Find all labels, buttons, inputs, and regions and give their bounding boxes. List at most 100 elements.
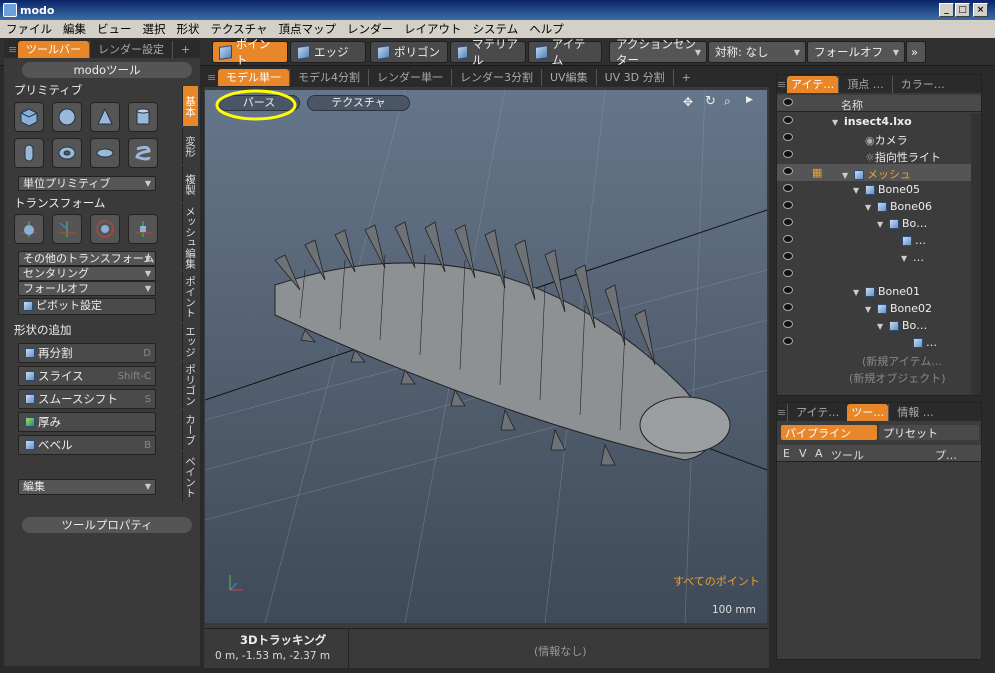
menu-vertex-map[interactable]: 頂点マップ [279, 21, 337, 37]
tab-vertex[interactable]: 頂点 … [838, 75, 892, 93]
thicken-button[interactable]: 厚み [18, 412, 156, 432]
tab-model-single[interactable]: モデル単一 [218, 69, 289, 86]
tree-row[interactable] [777, 266, 971, 283]
eye-icon[interactable] [783, 303, 793, 311]
pan-icon[interactable]: ✥ [683, 95, 693, 109]
unit-primitive-dropdown[interactable]: 単位プリミティブ ▼ [18, 176, 156, 191]
rotate-tool-icon[interactable] [52, 214, 82, 244]
tree-row[interactable]: ▼ Bo… [777, 317, 971, 334]
torus-tool-icon[interactable] [52, 138, 82, 168]
menu-texture[interactable]: テクスチャ [211, 21, 268, 37]
vtab-duplicate[interactable]: 複製 [182, 166, 198, 202]
menu-render[interactable]: レンダー [347, 21, 393, 37]
minimize-button[interactable]: _ [939, 3, 954, 17]
falloff-tool-dropdown[interactable]: フォールオフ ▼ [18, 281, 156, 296]
cube-tool-icon[interactable] [14, 102, 44, 132]
mode-point-button[interactable]: ポイント [212, 37, 288, 67]
menu-edit[interactable]: 編集 [63, 21, 86, 37]
vtab-edge[interactable]: エッジ [182, 324, 198, 360]
tab-color[interactable]: カラー… [891, 75, 953, 93]
toolbox-header[interactable]: modoツール [22, 62, 192, 78]
tree-row[interactable]: ▼… [777, 249, 971, 266]
menu-layout[interactable]: レイアウト [404, 21, 462, 37]
rotate-view-icon[interactable]: ↻ [705, 94, 716, 109]
pivot-button[interactable]: ピボット設定 [18, 298, 156, 315]
tree-row-selected[interactable]: ▦ ▼ メッシュ [777, 164, 971, 181]
eye-icon[interactable] [783, 150, 793, 158]
tab-info[interactable]: 情報 … [888, 403, 942, 421]
spiral-tool-icon[interactable] [128, 138, 158, 168]
mode-polygon-button[interactable]: ポリゴン [370, 41, 448, 63]
edit-dropdown[interactable]: 編集 ▼ [18, 479, 156, 495]
preset-button[interactable]: プリセット [879, 425, 979, 440]
3d-viewport[interactable] [205, 90, 767, 623]
tree-row[interactable]: ☼指向性ライト [777, 147, 971, 164]
vtab-curve[interactable]: カーブ [182, 410, 198, 450]
eye-icon[interactable] [783, 252, 793, 260]
tab-tools[interactable]: ツー… [847, 403, 889, 421]
menu-system[interactable]: システム [473, 21, 519, 37]
sphere-tool-icon[interactable] [52, 102, 82, 132]
action-center-dropdown[interactable]: アクションセンター ▼ [609, 37, 707, 67]
vtab-paint[interactable]: ペイント [182, 452, 198, 502]
add-tab-button[interactable]: + [672, 69, 699, 86]
eye-icon[interactable] [783, 218, 793, 226]
vtab-point[interactable]: ポイント [182, 272, 198, 322]
eye-icon[interactable] [783, 269, 793, 277]
vtab-polygon[interactable]: ポリゴン [182, 362, 198, 408]
menu-select[interactable]: 選択 [143, 21, 166, 37]
tab-render-settings[interactable]: レンダー設定 [89, 40, 172, 58]
subdivide-button[interactable]: 再分割 D [18, 343, 156, 363]
shading-texture-dropdown[interactable]: テクスチャ [307, 95, 410, 111]
eye-icon[interactable] [783, 201, 793, 209]
eye-icon[interactable] [783, 116, 793, 124]
zoom-icon[interactable]: ⌕ [724, 94, 731, 109]
falloff-dropdown[interactable]: フォールオフ ▼ [807, 41, 905, 63]
tab-uv-3d-split[interactable]: UV 3D 分割 [595, 69, 673, 86]
tree-row[interactable]: ▼ insect4.lxo [777, 113, 971, 130]
eye-icon[interactable] [783, 133, 793, 141]
cylinder-tool-icon[interactable] [128, 102, 158, 132]
tab-items[interactable]: アイテ… [787, 75, 839, 93]
capsule-tool-icon[interactable] [14, 138, 44, 168]
scale-tool-icon[interactable] [90, 214, 120, 244]
tab-render-triple[interactable]: レンダー3分割 [451, 69, 541, 86]
slice-button[interactable]: スライス Shift-C [18, 366, 156, 386]
menu-view[interactable]: ビュー [97, 21, 132, 37]
vtab-mesh-edit[interactable]: メッシュ編集 [182, 204, 198, 270]
items-scrollbar[interactable] [971, 113, 981, 395]
tab-toolbar[interactable]: ツールバー [18, 40, 89, 58]
bevel-button[interactable]: ベベル B [18, 435, 156, 455]
name-column-header[interactable]: 名称 [841, 97, 863, 113]
close-button[interactable]: × [973, 3, 988, 17]
transform-tool-icon[interactable] [128, 214, 158, 244]
tab-uv-edit[interactable]: UV編集 [541, 69, 596, 86]
eye-icon[interactable] [783, 320, 793, 328]
maximize-button[interactable]: □ [955, 3, 970, 17]
tree-row[interactable]: … [777, 232, 971, 249]
eye-icon[interactable] [783, 235, 793, 243]
add-tab-button[interactable]: + [172, 40, 198, 58]
centering-dropdown[interactable]: センタリング ▼ [18, 266, 156, 281]
mode-material-button[interactable]: マテリアル [450, 37, 526, 67]
eye-icon[interactable] [783, 337, 793, 345]
ellipsoid-tool-icon[interactable] [90, 138, 120, 168]
tab-model-quad[interactable]: モデル4分割 [289, 69, 368, 86]
cone-tool-icon[interactable] [90, 102, 120, 132]
tool-properties-header[interactable]: ツールプロパティ [22, 517, 192, 533]
menu-geometry[interactable]: 形状 [177, 21, 200, 37]
smooth-shift-button[interactable]: スムースシフト S [18, 389, 156, 409]
tree-row[interactable]: ▼ Bone05 [777, 181, 971, 198]
tree-row[interactable]: ▼ Bone06 [777, 198, 971, 215]
new-item-row[interactable]: (新規アイテム… [777, 351, 971, 368]
menu-file[interactable]: ファイル [6, 21, 52, 37]
eye-icon[interactable] [783, 286, 793, 294]
tree-row[interactable]: ▼ Bo… [777, 215, 971, 232]
menu-help[interactable]: ヘルプ [529, 21, 564, 37]
pipeline-button[interactable]: パイプライン [781, 425, 877, 440]
tab-items-lower[interactable]: アイテ… [787, 403, 847, 421]
vtab-deform[interactable]: 変形 [182, 128, 198, 164]
move-tool-icon[interactable] [14, 214, 44, 244]
tree-row[interactable]: ◉カメラ [777, 130, 971, 147]
new-object-row[interactable]: (新規オブジェクト) [777, 368, 971, 385]
